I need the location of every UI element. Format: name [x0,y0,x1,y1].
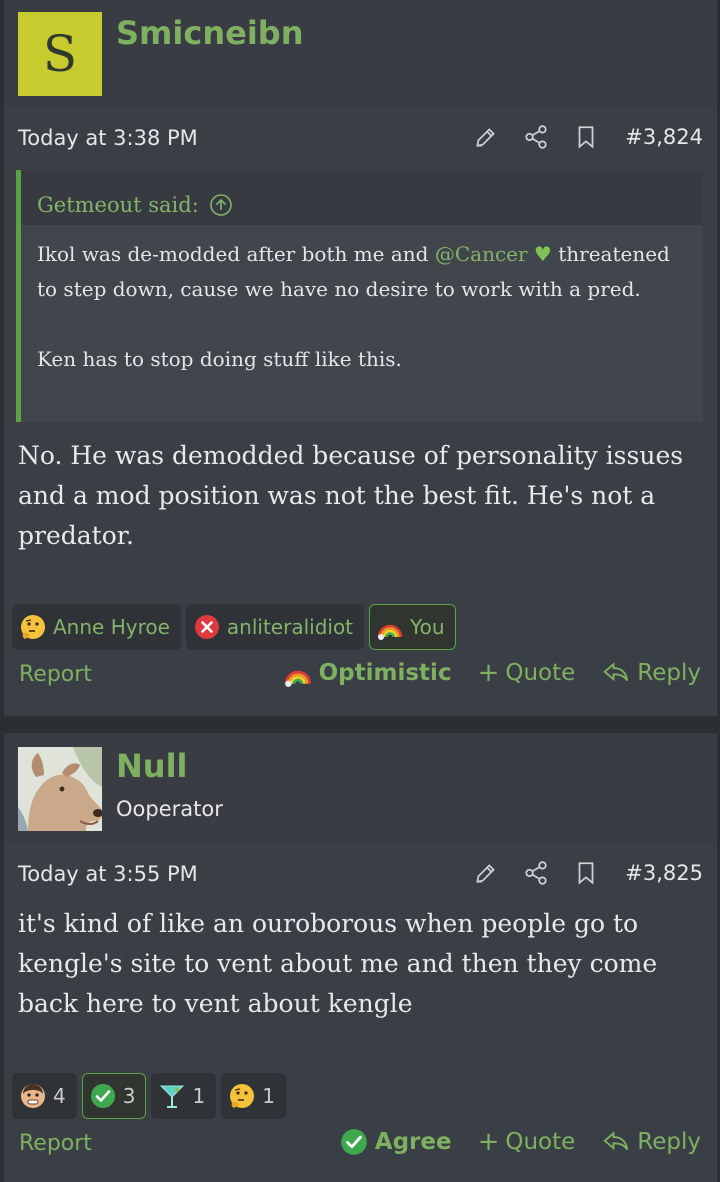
user-title: Ooperator [116,797,223,821]
plus-icon: + [477,658,500,688]
username[interactable]: Smicneibn [116,14,303,52]
user-mention[interactable]: @Cancer [435,242,528,266]
bookmark-icon[interactable] [573,860,599,886]
reply-arrow-icon [603,662,629,682]
quote-button[interactable]: + Quote [478,660,576,686]
jump-up-arrow-icon[interactable] [209,193,233,217]
quote-text: Ikol was de-modded after both me and [37,242,435,266]
username[interactable]: Null [116,747,188,785]
reaction-count-label: 4 [53,1084,66,1108]
reply-label: Reply [637,660,701,686]
report-link[interactable]: Report [19,662,92,687]
reaction-list: 4 3 1 1 [12,1073,286,1119]
react-label: Optimistic [318,660,452,686]
post: Null Ooperator Today at 3:55 PM #3,825 i… [4,733,717,1182]
quote-author[interactable]: Getmeout said: [37,193,199,217]
post-message: it's kind of like an ouroborous when peo… [18,909,658,1018]
avatar[interactable] [18,747,102,831]
reaction-username: anliteralidiot [226,615,354,639]
reaction-count-label: 3 [122,1084,136,1108]
reply-arrow-icon [603,1131,629,1151]
reply-button[interactable]: Reply [601,658,701,688]
post-date[interactable]: Today at 3:55 PM [18,862,198,886]
reaction-count[interactable]: 1 [151,1073,217,1119]
reply-button[interactable]: Reply [601,1127,701,1157]
post-actions: Report Optimistic + Quote Reply [4,658,717,698]
reaction-username: You [410,615,445,639]
edit-pencil-icon[interactable] [473,124,499,150]
quote-label: Quote [505,1129,576,1155]
reaction-count-label: 1 [262,1084,275,1108]
report-link[interactable]: Report [19,1131,92,1156]
reaction-user[interactable]: Anne Hyroe [12,604,181,650]
reaction-count[interactable]: 1 [221,1073,286,1119]
post-user-header: S Smicneibn [4,0,717,108]
reaction-count[interactable]: 4 [12,1073,77,1119]
post-message: No. He was demodded because of personali… [18,441,684,550]
post: S Smicneibn Today at 3:38 PM #3,824 Getm… [4,0,717,716]
reaction-list: Anne Hyroe anliteralidiot You [12,604,456,650]
post-number[interactable]: #3,825 [625,861,703,885]
post-number[interactable]: #3,824 [625,125,703,149]
heart-icon: ♥ [533,242,552,266]
red-x-icon [194,615,219,639]
rainbow-icon [377,624,403,640]
quote-button[interactable]: + Quote [478,1129,576,1155]
share-icon[interactable] [523,860,549,886]
rainbow-icon [284,670,311,687]
cocktail-icon [160,1085,185,1108]
react-button[interactable]: Agree [339,1127,452,1157]
reaction-user[interactable]: You [369,604,456,650]
reaction-username: Anne Hyroe [53,615,170,639]
reaction-count[interactable]: 3 [81,1073,147,1119]
thinking-face-icon [230,1084,255,1108]
face-icon [21,1084,45,1108]
check-icon [340,1129,367,1155]
edit-pencil-icon[interactable] [473,860,499,886]
plus-icon: + [477,1127,500,1157]
avatar[interactable]: S [18,12,102,96]
quote-text: Ken has to stop doing stuff like this. [37,347,402,371]
thinking-face-icon [21,615,45,639]
quote-body: Ikol was de-modded after both me and @Ca… [21,225,703,422]
react-button[interactable]: Optimistic [283,658,452,688]
check-icon [90,1084,115,1108]
share-icon[interactable] [523,124,549,150]
blockquote: Getmeout said: Ikol was de-modded after … [16,170,703,422]
reply-label: Reply [637,1129,701,1155]
reaction-count-label: 1 [192,1084,206,1108]
bookmark-icon[interactable] [573,124,599,150]
post-actions: Report Agree + Quote Reply [4,1127,717,1167]
post-date[interactable]: Today at 3:38 PM [18,126,198,150]
post-meta: Today at 3:55 PM #3,825 [4,844,717,904]
reaction-user[interactable]: anliteralidiot [185,604,365,650]
post-meta: Today at 3:38 PM #3,824 [4,108,717,168]
react-label: Agree [374,1129,452,1155]
dog-avatar-icon [18,747,102,831]
post-user-header: Null Ooperator [4,733,717,844]
quote-header: Getmeout said: [21,170,703,225]
quote-label: Quote [505,660,576,686]
